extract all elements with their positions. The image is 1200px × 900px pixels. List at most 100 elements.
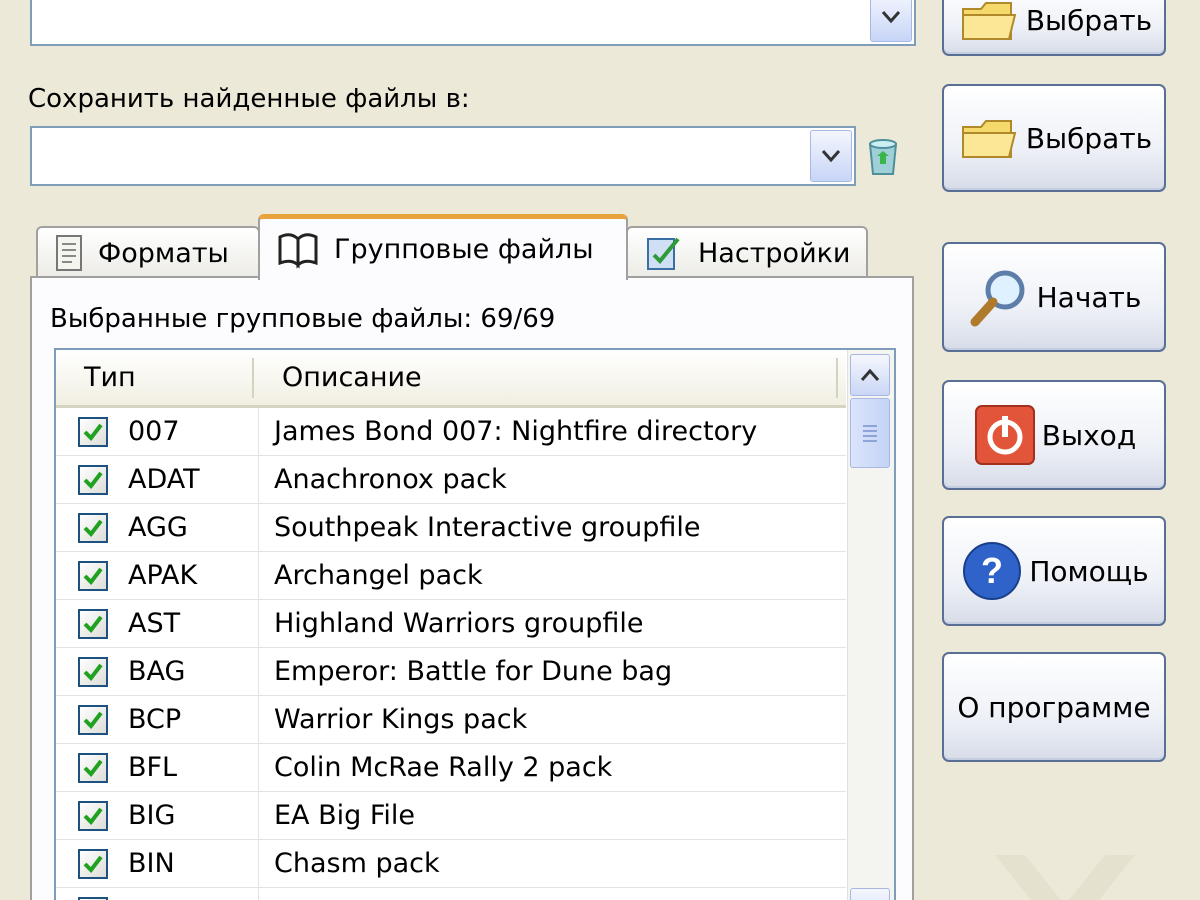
group-files-list[interactable]: Тип Описание 007 James Bond 007: Nightfir… (54, 348, 896, 900)
chevron-down-icon (821, 150, 841, 163)
row-type: BFL (128, 752, 178, 783)
row-checkbox[interactable] (78, 465, 108, 495)
row-checkbox[interactable] (78, 753, 108, 783)
row-divider (258, 504, 259, 552)
row-type: ADAT (128, 464, 200, 495)
row-type: BCP (128, 704, 182, 735)
source-path-dropdown-button[interactable] (870, 0, 912, 42)
dialog-window: Выбрать Сохранить найденные файлы в: Выб… (0, 0, 1200, 900)
tab-group-files-label: Групповые файлы (334, 234, 594, 265)
list-item[interactable]: BCP Warrior Kings pack (56, 696, 846, 744)
vertical-scrollbar[interactable] (847, 350, 894, 900)
svg-text:?: ? (981, 550, 1003, 591)
row-checkbox[interactable] (78, 849, 108, 879)
row-divider (258, 696, 259, 744)
row-description: James Bond 007: Nightfire directory (274, 416, 758, 447)
row-checkbox[interactable] (78, 417, 108, 447)
row-checkbox[interactable] (78, 801, 108, 831)
help-button-label: Помощь (1029, 554, 1149, 588)
about-button[interactable]: О программе (942, 652, 1166, 762)
list-item[interactable]: BIN Chasm pack (56, 840, 846, 888)
checkmark-icon (83, 663, 103, 682)
list-item[interactable]: BIG EA Big File (56, 792, 846, 840)
row-checkbox[interactable] (78, 609, 108, 639)
list-item[interactable]: AGG Southpeak Interactive groupfile (56, 504, 846, 552)
column-divider[interactable] (836, 358, 838, 398)
list-item[interactable]: BFL Colin McRae Rally 2 pack (56, 744, 846, 792)
row-checkbox[interactable] (78, 657, 108, 687)
scroll-up-button[interactable] (850, 354, 890, 396)
select-source-label: Выбрать (1025, 3, 1153, 37)
tab-settings-label: Настройки (698, 237, 851, 269)
folder-icon (956, 0, 1022, 53)
row-checkbox[interactable] (78, 561, 108, 591)
help-icon: ? (959, 538, 1025, 604)
source-path-combo[interactable] (30, 0, 916, 46)
checkmark-icon (83, 519, 103, 538)
list-header: Тип Описание (56, 350, 846, 408)
select-save-folder-button[interactable]: Выбрать (942, 84, 1166, 192)
group-files-panel: Выбранные групповые файлы: 69/69 Тип Опи… (30, 276, 914, 900)
row-description: Highland Warriors groupfile (274, 608, 644, 639)
row-type: AST (128, 608, 181, 639)
row-divider (258, 600, 259, 648)
recycle-bin-icon[interactable] (862, 134, 904, 178)
magnifier-icon (967, 264, 1033, 330)
list-item[interactable]: ADAT Anachronox pack (56, 456, 846, 504)
row-type: AGG (128, 512, 188, 543)
list-item[interactable]: 007 James Bond 007: Nightfire directory (56, 408, 846, 456)
about-button-label: О программе (957, 690, 1151, 724)
help-button[interactable]: ? Помощь (942, 516, 1166, 626)
chevron-up-icon (860, 368, 880, 381)
checkmark-icon (83, 807, 103, 826)
row-description: Colin McRae Rally 2 pack (274, 752, 613, 783)
checkmark-icon (83, 711, 103, 730)
save-path-combo[interactable] (30, 126, 856, 186)
column-header-type[interactable]: Тип (84, 350, 136, 405)
checkmark-icon (83, 423, 103, 442)
scroll-down-button[interactable] (850, 888, 890, 900)
row-checkbox[interactable] (78, 705, 108, 735)
selected-count-label: Выбранные групповые файлы: 69/69 (50, 304, 556, 334)
row-type: BIG (128, 800, 176, 831)
save-path-label: Сохранить найденные файлы в: (28, 84, 470, 114)
row-description: Emperor: Battle for Dune bag (274, 656, 673, 687)
checkmark-icon (83, 615, 103, 634)
column-header-description[interactable]: Описание (282, 350, 422, 405)
list-item[interactable]: APAK Archangel pack (56, 552, 846, 600)
select-source-button[interactable]: Выбрать (942, 0, 1166, 56)
tab-settings[interactable]: Настройки (626, 226, 868, 278)
row-divider (258, 744, 259, 792)
app-logo-watermark (985, 850, 1145, 900)
list-item[interactable]: BAG Emperor: Battle for Dune bag (56, 648, 846, 696)
row-type: BIN (128, 848, 175, 879)
exit-button-label: Выход (1041, 418, 1137, 452)
grip-icon (863, 425, 877, 442)
row-description: Southpeak Interactive groupfile (274, 512, 701, 543)
select-save-folder-label: Выбрать (1025, 121, 1153, 155)
tab-group-files[interactable]: Групповые файлы (258, 214, 628, 280)
scroll-thumb[interactable] (850, 398, 890, 468)
list-item[interactable] (56, 888, 846, 900)
row-checkbox[interactable] (78, 513, 108, 543)
row-description: Warrior Kings pack (274, 704, 528, 735)
row-description: Chasm pack (274, 848, 440, 879)
column-divider[interactable] (252, 358, 254, 398)
start-button[interactable]: Начать (942, 242, 1166, 352)
checkmark-icon (83, 759, 103, 778)
list-item[interactable]: AST Highland Warriors groupfile (56, 600, 846, 648)
start-button-label: Начать (1036, 280, 1142, 314)
row-type: BAG (128, 656, 186, 687)
row-divider (258, 888, 259, 900)
tab-formats[interactable]: Форматы (36, 226, 260, 278)
row-description: EA Big File (274, 800, 416, 831)
save-path-dropdown-button[interactable] (810, 130, 852, 182)
exit-button[interactable]: Выход (942, 380, 1166, 490)
checkmark-icon (83, 567, 103, 586)
row-description: Anachronox pack (274, 464, 507, 495)
tab-formats-label: Форматы (98, 237, 229, 269)
checkmark-icon (83, 471, 103, 490)
row-type: 007 (128, 416, 180, 447)
power-icon (972, 402, 1038, 468)
settings-icon (644, 233, 684, 273)
